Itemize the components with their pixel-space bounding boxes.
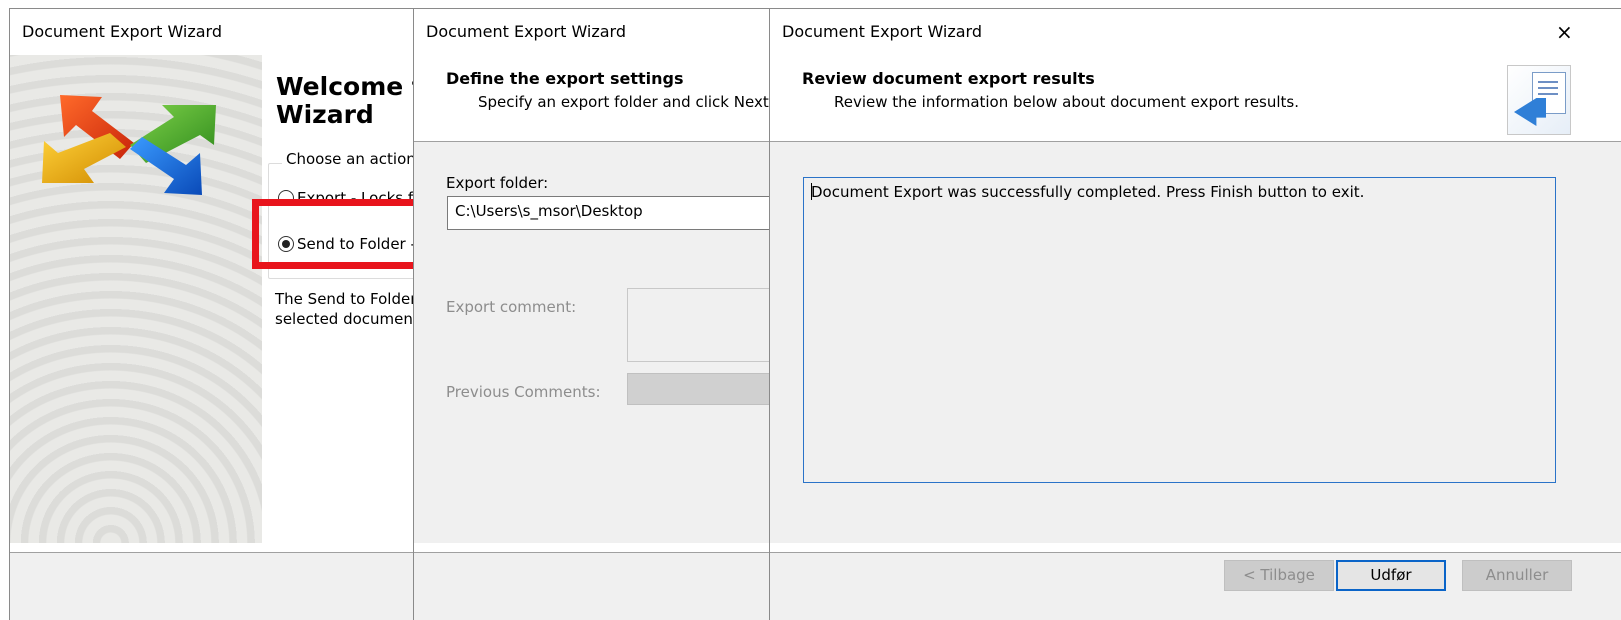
wizard-window-welcome: Document Export Wizard Welcome to Wizard…: [9, 8, 414, 620]
step-title: Define the export settings: [446, 69, 684, 88]
action-group-label: Choose an action t: [282, 150, 414, 168]
welcome-heading-line1: Welcome to: [276, 72, 414, 101]
option-description: The Send to Folder d selected documents: [275, 289, 414, 329]
highlight-box: [252, 199, 414, 269]
step-header: Define the export settings Specify an ex…: [414, 55, 770, 142]
step-subtitle: Review the information below about docum…: [834, 93, 1300, 111]
description-line1: The Send to Folder d: [275, 290, 414, 308]
export-folder-label: Export folder:: [446, 174, 549, 192]
results-textarea[interactable]: Document Export was successfully complet…: [803, 177, 1556, 483]
title-bar: Document Export Wizard: [10, 9, 414, 55]
wizard-footer: [414, 552, 770, 620]
step-header: Review document export results Review th…: [770, 55, 1621, 142]
finish-button[interactable]: Udfør: [1336, 560, 1446, 591]
settings-body: Export folder: C:\Users\s_msor\Desktop E…: [414, 142, 770, 543]
wizard-window-results: Document Export Wizard × Review document…: [769, 8, 1621, 620]
welcome-content: Welcome to Wizard Choose an action t Exp…: [262, 55, 414, 543]
export-document-icon: [1507, 65, 1571, 135]
wizard-side-banner: [10, 55, 262, 543]
export-arrows-logo-icon: [42, 95, 216, 195]
export-comment-label: Export comment:: [446, 298, 577, 316]
previous-comments-select[interactable]: [627, 373, 770, 405]
previous-comments-label: Previous Comments:: [446, 383, 601, 401]
welcome-heading: Welcome to Wizard: [276, 73, 414, 129]
window-title: Document Export Wizard: [22, 22, 223, 41]
description-line2: selected documents: [275, 310, 414, 328]
result-message: Document Export was successfully complet…: [811, 183, 1365, 201]
wizard-footer: [10, 552, 414, 620]
title-bar: Document Export Wizard ×: [770, 9, 1621, 55]
step-title: Review document export results: [802, 69, 1095, 88]
title-bar: Document Export Wizard: [414, 9, 770, 55]
close-icon[interactable]: ×: [1556, 20, 1573, 44]
back-button[interactable]: < Tilbage: [1224, 560, 1334, 591]
arrow-icon: [1514, 98, 1546, 126]
wizard-window-settings: Document Export Wizard Define the export…: [413, 8, 770, 620]
cancel-button[interactable]: Annuller: [1462, 560, 1572, 591]
export-comment-input[interactable]: [627, 288, 770, 362]
welcome-heading-line2: Wizard: [276, 100, 374, 129]
window-title: Document Export Wizard: [426, 22, 627, 41]
export-folder-input[interactable]: C:\Users\s_msor\Desktop: [447, 196, 770, 230]
step-subtitle: Specify an export folder and click Next …: [478, 93, 770, 111]
window-title: Document Export Wizard: [782, 22, 983, 41]
